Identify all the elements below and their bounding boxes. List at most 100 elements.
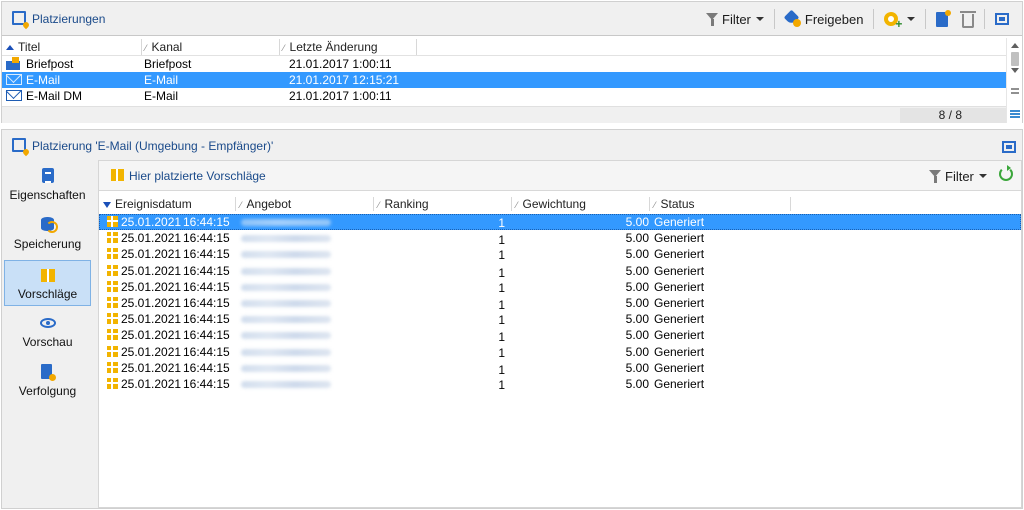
- event-time: 16:44:15: [183, 247, 230, 262]
- proposition-row[interactable]: 25.01.2021 16:44:15 1 5.00 Generiert: [99, 311, 1021, 327]
- status-value: Generiert: [654, 263, 705, 278]
- database-icon: [41, 217, 58, 233]
- weight-value: 5.00: [625, 377, 649, 391]
- maximize-icon: [995, 13, 1010, 25]
- chevron-down-icon: [755, 17, 764, 21]
- weight-value: 5.00: [625, 231, 649, 246]
- nav-item-preview[interactable]: Vorschau: [4, 309, 91, 355]
- proposition-row[interactable]: 25.01.2021 16:44:15 1 5.00 Generiert: [99, 279, 1021, 295]
- nav-item-tracking[interactable]: Verfolgung: [4, 358, 91, 404]
- share-label: Freigeben: [804, 11, 864, 27]
- weight-value: 5.00: [625, 247, 649, 262]
- placement-title: E-Mail: [26, 73, 61, 87]
- detail-side-nav: Eigenschaften Speicherung Vorschläge Vor…: [2, 160, 94, 508]
- offer-name-redacted: [241, 316, 331, 324]
- nav-item-properties[interactable]: Eigenschaften: [4, 162, 91, 208]
- column-divider: [649, 197, 650, 211]
- placement-row[interactable]: Briefpost Briefpost 21.01.2017 1:00:11: [2, 56, 1006, 72]
- proposition-row[interactable]: 25.01.2021 16:44:15 1 5.00 Generiert: [99, 230, 1021, 247]
- propositions-title[interactable]: Hier platzierte Vorschläge: [129, 169, 266, 183]
- placement-title: E-Mail DM: [26, 89, 82, 103]
- event-date: 25.01.2021: [121, 263, 182, 278]
- scrollbar-thumb[interactable]: [1011, 52, 1019, 66]
- column-status[interactable]: ⁄ Status: [654, 197, 695, 211]
- placements-header: Platzierungen Filter Freigeben: [2, 2, 1022, 36]
- gift-icon: [107, 297, 118, 308]
- sort-ascending-icon: [6, 45, 14, 50]
- proposition-row[interactable]: 25.01.2021 16:44:15 1 5.00 Generiert: [99, 376, 1021, 392]
- share-button[interactable]: Freigeben: [781, 8, 868, 30]
- refresh-icon[interactable]: [999, 165, 1013, 181]
- maximize-icon: [1002, 141, 1016, 153]
- placement-channel: E-Mail: [144, 73, 179, 87]
- placement-detail-panel: Platzierung 'E-Mail (Umgebung - Empfänge…: [1, 129, 1023, 509]
- chevron-down-icon: [978, 174, 987, 178]
- list-options-icon[interactable]: [1010, 110, 1020, 118]
- nav-label: Speicherung: [13, 237, 82, 251]
- nav-item-storage[interactable]: Speicherung: [4, 211, 91, 257]
- event-date: 25.01.2021: [121, 344, 182, 359]
- proposition-row[interactable]: 25.01.2021 16:44:15 1 5.00 Generiert: [99, 214, 1021, 230]
- scroll-up-icon[interactable]: [1011, 43, 1019, 48]
- status-value: Generiert: [654, 279, 705, 294]
- event-time: 16:44:15: [183, 377, 230, 391]
- gear-add-icon: [884, 12, 902, 31]
- proposition-row[interactable]: 25.01.2021 16:44:15 1 5.00 Generiert: [99, 360, 1021, 377]
- nav-item-propositions[interactable]: Vorschläge: [4, 260, 91, 306]
- column-ranking[interactable]: ⁄ Ranking: [378, 197, 429, 211]
- proposition-row[interactable]: 25.01.2021 16:44:15 1 5.00 Generiert: [99, 246, 1021, 262]
- new-document-button[interactable]: [932, 8, 952, 30]
- placement-channel: E-Mail: [144, 89, 179, 103]
- event-time: 16:44:15: [183, 328, 230, 343]
- detail-header: Platzierung 'E-Mail (Umgebung - Empfänge…: [2, 130, 1022, 160]
- gift-icon: [107, 216, 118, 227]
- column-weight[interactable]: ⁄ Gewichtung: [516, 197, 586, 211]
- filter-label: Filter: [722, 11, 751, 27]
- gift-icon: [107, 361, 118, 373]
- proposition-row[interactable]: 25.01.2021 16:44:15 1 5.00 Generiert: [99, 327, 1021, 344]
- event-time: 16:44:15: [183, 279, 230, 294]
- ranking-value: 1: [498, 378, 505, 392]
- proposition-row[interactable]: 25.01.2021 16:44:15 1 5.00 Generiert: [99, 344, 1021, 360]
- column-title[interactable]: Titel: [6, 40, 40, 54]
- placement-channel: Briefpost: [144, 57, 192, 71]
- column-event-date[interactable]: Ereignisdatum: [103, 197, 192, 211]
- scroll-down-icon[interactable]: [1011, 68, 1019, 73]
- column-channel[interactable]: ⁄ Kanal: [145, 40, 182, 54]
- gift-icon: [41, 269, 55, 282]
- ranking-value: 1: [498, 345, 505, 360]
- eye-icon: [40, 318, 56, 328]
- gift-icon: [107, 378, 118, 389]
- gift-icon: [107, 329, 118, 341]
- trash-icon: [960, 10, 977, 28]
- column-offer[interactable]: ⁄ Angebot: [240, 197, 291, 211]
- propositions-filter-button[interactable]: Filter: [925, 165, 991, 187]
- maximize-detail-button[interactable]: [998, 136, 1020, 158]
- offer-name-redacted: [241, 348, 331, 356]
- placement-modified: 21.01.2017 1:00:11: [289, 57, 392, 71]
- vertical-scrollbar[interactable]: [1006, 38, 1022, 123]
- column-divider: [511, 197, 512, 211]
- proposition-row[interactable]: 25.01.2021 16:44:15 1 5.00 Generiert: [99, 263, 1021, 280]
- status-value: Generiert: [654, 247, 705, 262]
- maximize-button[interactable]: [991, 8, 1013, 30]
- nav-label: Verfolgung: [18, 384, 77, 398]
- offer-name-redacted: [241, 300, 331, 307]
- toolbar-divider: [925, 9, 927, 29]
- placement-row[interactable]: E-Mail E-Mail 21.01.2017 12:15:21: [2, 72, 1006, 88]
- actions-menu-button[interactable]: [880, 8, 919, 31]
- event-date: 25.01.2021: [121, 215, 182, 229]
- scroll-end-icon[interactable]: [1011, 88, 1019, 94]
- status-value: Generiert: [654, 312, 705, 327]
- delete-button[interactable]: [958, 8, 978, 30]
- event-date: 25.01.2021: [121, 360, 182, 375]
- weight-value: 5.00: [625, 279, 649, 294]
- placements-list-header: Titel ⁄ Kanal ⁄ Letzte Änderung: [2, 38, 1006, 56]
- gift-icon: [107, 264, 118, 276]
- share-tag-icon: [785, 11, 801, 27]
- column-last-modified[interactable]: ⁄ Letzte Änderung: [283, 40, 378, 54]
- toolbar-divider: [773, 9, 775, 29]
- placement-row[interactable]: E-Mail DM E-Mail 21.01.2017 1:00:11: [2, 88, 1006, 104]
- filter-button[interactable]: Filter: [702, 8, 768, 30]
- proposition-row[interactable]: 25.01.2021 16:44:15 1 5.00 Generiert: [99, 295, 1021, 312]
